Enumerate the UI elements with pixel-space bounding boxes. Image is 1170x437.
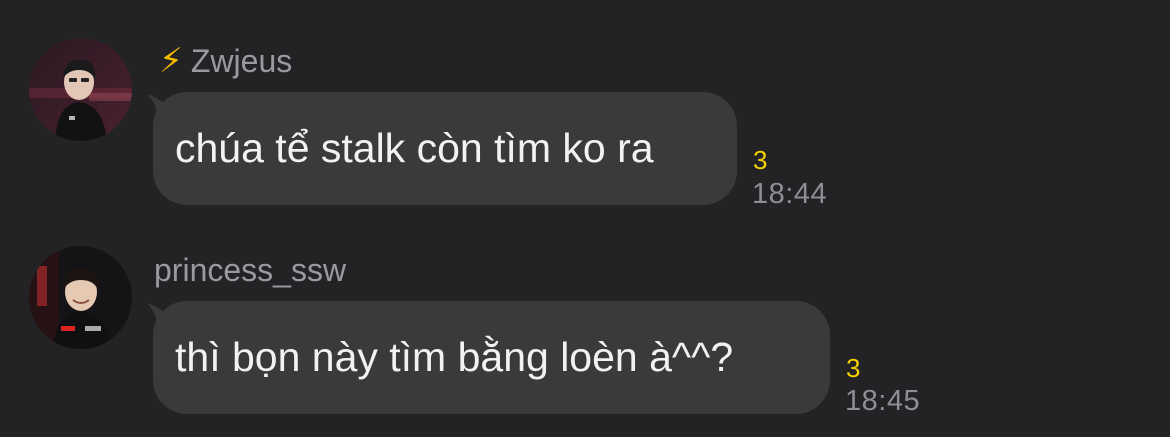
sender-name[interactable]: ⚡ Zwjeus <box>159 41 292 81</box>
message-timestamp: 18:45 <box>845 385 921 417</box>
lightning-bolt-icon: ⚡ <box>159 42 183 80</box>
message-bubble[interactable]: chúa tể stalk còn tìm ko ra <box>153 92 737 205</box>
message-text: chúa tể stalk còn tìm ko ra <box>175 125 654 171</box>
message-timestamp: 18:44 <box>752 178 828 210</box>
message-bubble[interactable]: thì bọn này tìm bằng loèn à^^? <box>153 301 830 414</box>
message-row: ⚡ Zwjeus chúa tể stalk còn tìm ko ra 3 1… <box>0 0 1170 220</box>
chat-screen: ⚡ Zwjeus chúa tể stalk còn tìm ko ra 3 1… <box>0 0 1170 437</box>
reaction-count[interactable]: 3 <box>753 145 767 175</box>
sender-name-label: princess_ssw <box>154 252 347 288</box>
sender-name[interactable]: princess_ssw <box>154 250 346 290</box>
sender-name-label: Zwjeus <box>190 43 293 79</box>
avatar-photo <box>29 246 132 349</box>
message-row: princess_ssw thì bọn này tìm bằng loèn à… <box>0 220 1170 437</box>
reaction-count[interactable]: 3 <box>846 353 860 383</box>
avatar[interactable] <box>29 38 132 141</box>
message-text: thì bọn này tìm bằng loèn à^^? <box>175 334 734 380</box>
avatar[interactable] <box>29 246 132 349</box>
avatar-photo <box>29 38 132 141</box>
